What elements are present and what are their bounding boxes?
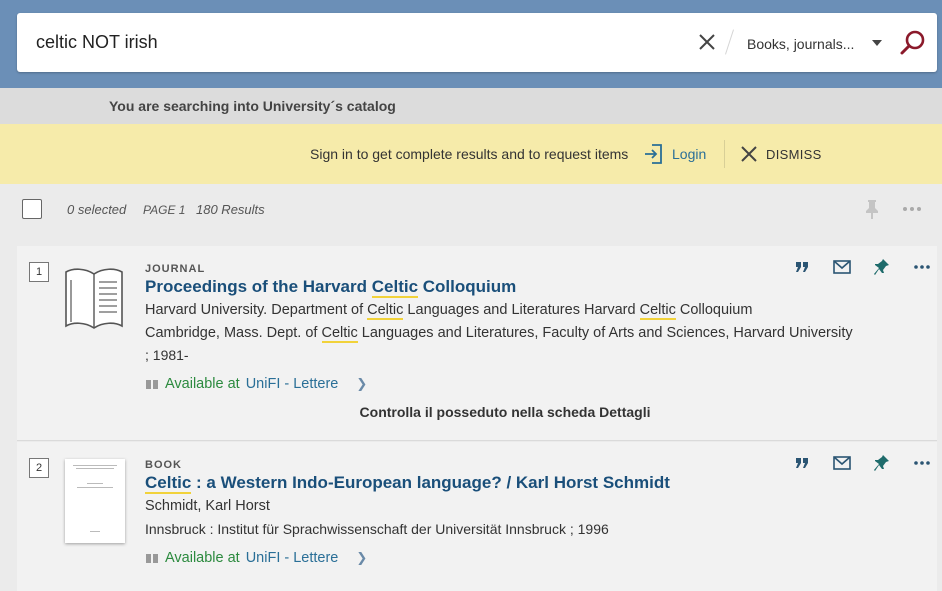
result-item[interactable]: 2 BOOK Celtic : a Western Indo-European … <box>17 442 937 591</box>
availability-location: UniFI - Lettere <box>245 550 339 566</box>
signin-banner: Sign in to get complete results and to r… <box>0 124 942 184</box>
title-highlight: Celtic <box>145 473 192 494</box>
more-options-icon <box>914 461 930 465</box>
title-text: Colloquium <box>418 277 517 296</box>
title-text: : a Western Indo-European language? / Ka… <box>191 473 670 492</box>
select-all-checkbox[interactable] <box>22 199 42 219</box>
creator-text: Harvard University. Department of <box>145 302 368 318</box>
result-date: ; 1981- <box>145 347 189 363</box>
results-toolbar: 0 selected PAGE 1 180 Results <box>0 184 942 242</box>
result-item[interactable]: 1 JOURNAL Proceedings of the Harvard Cel… <box>17 246 937 441</box>
creator-highlight: Celtic <box>367 302 404 320</box>
pin-button[interactable] <box>862 256 902 278</box>
result-publisher: Innsbruck : Institut für Sprachwissensch… <box>145 521 609 537</box>
more-options-icon[interactable] <box>900 198 924 220</box>
holdings-note: Controlla il posseduto nella scheda Dett… <box>359 404 651 420</box>
chevron-right-icon: ❯ <box>356 376 368 391</box>
dismiss-label: DISMISS <box>766 146 822 162</box>
quote-icon <box>796 458 808 468</box>
chevron-right-icon: ❯ <box>356 550 368 565</box>
title-text: Proceedings of the Harvard <box>145 277 372 296</box>
search-icon[interactable] <box>899 29 927 57</box>
more-actions-button[interactable] <box>902 452 942 474</box>
catalog-info-text: You are searching into University´s cata… <box>109 98 396 114</box>
creator-highlight: Celtic <box>639 302 676 320</box>
banner-separator <box>724 140 725 168</box>
result-creator: Harvard University. Department of Celtic… <box>145 302 753 320</box>
citation-button[interactable] <box>782 452 822 474</box>
result-publisher: Cambridge, Mass. Dept. of Celtic Languag… <box>145 325 853 343</box>
search-divider <box>725 29 734 55</box>
availability-status: Available at <box>165 550 240 566</box>
quote-icon <box>796 262 808 272</box>
pin-icon <box>874 259 889 275</box>
search-band: celtic NOT irish Books, journals... <box>0 0 942 88</box>
result-actions <box>782 256 942 278</box>
creator-text: Languages and Literatures Harvard <box>403 302 640 318</box>
book-cover-image <box>65 459 125 543</box>
availability-location: UniFI - Lettere <box>245 376 339 392</box>
availability-status: Available at <box>165 376 240 392</box>
search-bar: celtic NOT irish Books, journals... <box>17 13 937 72</box>
title-highlight: Celtic <box>371 277 419 298</box>
search-scope-dropdown[interactable]: Books, journals... <box>747 13 854 72</box>
publisher-highlight: Celtic <box>321 325 358 343</box>
login-icon <box>645 144 662 164</box>
pin-button[interactable] <box>862 452 902 474</box>
result-index: 1 <box>29 262 49 282</box>
close-icon <box>741 146 757 162</box>
chevron-down-icon[interactable] <box>872 40 882 46</box>
citation-button[interactable] <box>782 256 822 278</box>
mail-icon <box>833 260 851 274</box>
result-actions <box>782 452 942 474</box>
login-button[interactable]: Login <box>644 142 706 166</box>
page-indicator: PAGE 1 <box>143 203 186 217</box>
result-author: Schmidt, Karl Horst <box>145 498 270 514</box>
clear-search-icon[interactable] <box>697 32 717 52</box>
selected-count: 0 selected <box>67 202 127 217</box>
mail-icon <box>833 456 851 470</box>
login-label: Login <box>672 146 707 162</box>
result-type: JOURNAL <box>145 263 206 275</box>
email-button[interactable] <box>822 256 862 278</box>
pin-icon <box>874 455 889 471</box>
journal-icon <box>65 268 123 329</box>
publisher-text: Cambridge, Mass. Dept. of <box>145 325 322 341</box>
result-type: BOOK <box>145 459 182 471</box>
search-input[interactable]: celtic NOT irish <box>36 13 158 72</box>
availability-link[interactable]: Available at UniFI - Lettere ❯ <box>145 550 367 566</box>
book-icon <box>146 554 158 563</box>
result-title[interactable]: Proceedings of the Harvard Celtic Colloq… <box>145 277 517 298</box>
creator-text: Colloquium <box>675 302 753 318</box>
pin-icon[interactable] <box>862 198 882 220</box>
book-icon <box>146 380 158 389</box>
more-options-icon <box>914 265 930 269</box>
signin-message: Sign in to get complete results and to r… <box>310 146 629 162</box>
more-actions-button[interactable] <box>902 256 942 278</box>
result-title[interactable]: Celtic : a Western Indo-European languag… <box>145 473 670 494</box>
availability-link[interactable]: Available at UniFI - Lettere ❯ <box>145 376 367 392</box>
results-count: 180 Results <box>196 202 265 217</box>
catalog-info-bar: You are searching into University´s cata… <box>0 88 942 124</box>
dismiss-button[interactable]: DISMISS <box>740 142 822 166</box>
email-button[interactable] <box>822 452 862 474</box>
result-index: 2 <box>29 458 49 478</box>
publisher-text: Languages and Literatures, Faculty of Ar… <box>357 325 853 341</box>
